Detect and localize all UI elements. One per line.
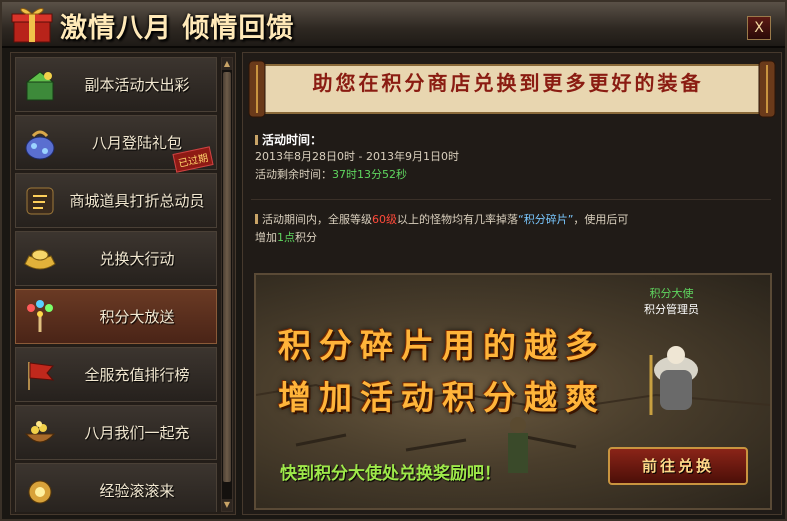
gift-bag-icon [25,130,55,160]
activity-description: 活动期间内，全服等级60级以上的怪物均有几率掉落“积分碎片”，使用后可 增加1点… [255,211,775,247]
activity-time-range: 2013年8月28日0时 - 2013年9月1日0时 [255,150,459,163]
divider [251,199,771,200]
menu-item-label: 商城道具打折总动员 [69,192,205,210]
scrollbar-thumb[interactable] [223,72,231,482]
promo-headline-2: 增加活动积分越爽 [278,378,606,417]
desc-text-5: 积分 [295,231,317,244]
event-window: 激情八月 倾情回馈 X 副本活动大出彩 八月登陆礼包 已过期 商城道具打折总动员… [0,0,787,521]
dungeon-chest-icon [25,71,55,101]
desc-level: 60级 [372,213,397,226]
npc-name: 积分管理员 [644,303,699,316]
menu-item-label: 经验滚滚来 [99,482,175,500]
promo-call-to-action: 快到积分大使处兑换奖励吧！ [280,464,501,484]
menu-item-dungeon-event[interactable]: 副本活动大出彩 [15,57,217,112]
bullet-marker-icon [255,214,258,224]
menu-item-recharge-together[interactable]: 八月我们一起充 [15,405,217,460]
menu-item-shop-discount[interactable]: 商城道具打折总动员 [15,173,217,228]
remaining-time-label: 活动剩余时间： [255,168,332,181]
remaining-time-row: 活动剩余时间：37时13分52秒 [255,166,775,184]
desc-text-4: 增加 [255,231,277,244]
menu-scrollbar[interactable]: ▲ ▼ [221,57,233,512]
activity-time-heading: 活动时间： [262,133,323,147]
desc-item-name: “积分碎片” [518,213,574,226]
menu-item-label: 全服充值排行榜 [84,366,190,384]
desc-points: 1点 [277,231,295,244]
banner-text: 助您在积分商店兑换到更多更好的装备 [312,71,704,95]
fireworks-icon [27,300,53,332]
gold-ingot-icon [24,249,56,270]
promo-headline-1: 积分碎片用的越多 [278,326,606,365]
exp-orb-icon [28,480,52,504]
npc-nameplate[interactable]: 积分大使 积分管理员 [644,285,699,317]
close-button[interactable]: X [747,16,771,40]
npc-title: 积分大使 [649,287,694,300]
remaining-time-value: 37时13分52秒 [332,168,407,181]
promo-banner: 积分碎片用的越多 增加活动积分越爽 积分大使 积分管理员 快到积分大使处兑换奖励… [254,273,772,510]
bullet-marker-icon [255,135,258,145]
menu-item-points-giveaway[interactable]: 积分大放送 [15,289,217,344]
discount-tag-icon [26,187,54,215]
desc-text-3: ，使用后可 [573,213,629,226]
menu-item-label: 副本活动大出彩 [84,76,190,94]
warrior-figure [508,417,528,473]
ranking-flag-icon [28,362,55,390]
menu-item-recharge-ranking[interactable]: 全服充值排行榜 [15,347,217,402]
go-exchange-button[interactable]: 前往兑换 [608,447,748,485]
activity-info: 活动时间： 2013年8月28日0时 - 2013年9月1日0时 活动剩余时间：… [255,131,775,184]
menu-item-exp-bonus[interactable]: 经验滚滚来 [15,463,217,512]
npc-elder-figure [649,346,698,415]
menu-item-label: 积分大放送 [99,308,175,326]
title-bar: 激情八月 倾情回馈 X [2,2,785,48]
desc-text-1: 活动期间内，全服等级 [262,213,372,226]
menu-item-exchange[interactable]: 兑换大行动 [15,231,217,286]
menu-item-label: 兑换大行动 [99,250,175,268]
scroll-down-arrow-icon[interactable]: ▼ [222,499,232,511]
menu-item-login-gift[interactable]: 八月登陆礼包 已过期 [15,115,217,173]
activity-menu-panel: 副本活动大出彩 八月登陆礼包 已过期 商城道具打折总动员 兑换大行动 积分大放送… [10,52,236,515]
gift-box-icon [11,8,53,43]
activity-menu: 副本活动大出彩 八月登陆礼包 已过期 商城道具打折总动员 兑换大行动 积分大放送… [15,57,217,512]
menu-item-label: 八月我们一起充 [84,424,190,442]
treasure-bowl-icon [24,421,56,443]
window-title: 激情八月 倾情回馈 [60,13,295,44]
activity-detail-panel: 助您在积分商店兑换到更多更好的装备 活动时间： 2013年8月28日0时 - 2… [242,52,782,515]
scroll-up-arrow-icon[interactable]: ▲ [222,58,232,70]
desc-text-2: 以上的怪物均有几率掉落 [397,213,518,226]
